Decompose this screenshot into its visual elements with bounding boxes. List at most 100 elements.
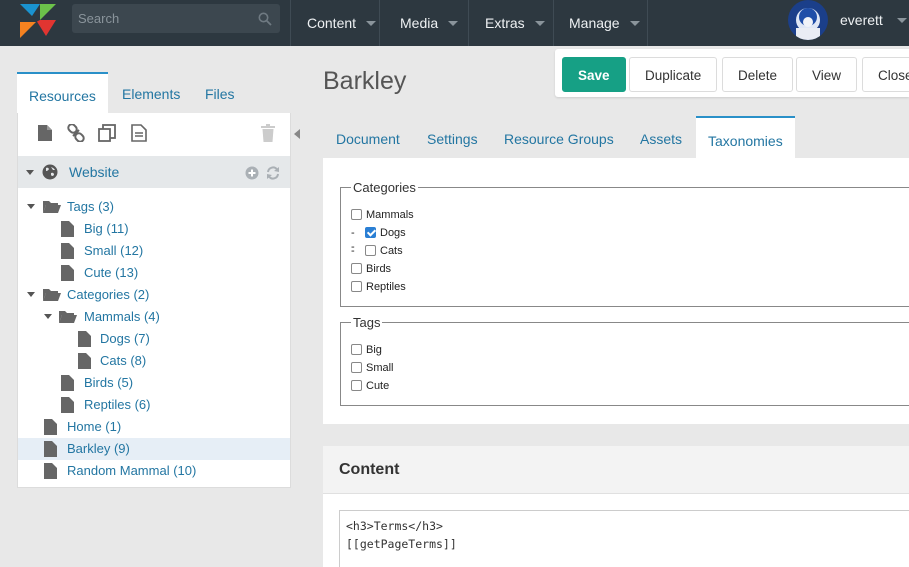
checkbox[interactable] <box>365 245 376 256</box>
tree-item-barkley[interactable]: Barkley (9) <box>18 438 290 460</box>
category-label: Birds <box>366 263 392 275</box>
nav-media-label: Media <box>400 15 439 31</box>
tree-item-label: Big (11) <box>84 221 129 236</box>
add-icon[interactable] <box>245 166 259 180</box>
tags-fieldset: Tags <box>340 315 909 406</box>
nav-manage[interactable]: Manage <box>553 0 648 46</box>
collapse-icon[interactable] <box>44 314 52 319</box>
static-resource-icon[interactable] <box>131 124 147 142</box>
avatar[interactable] <box>788 0 828 40</box>
category-label: Cats <box>380 245 403 257</box>
checkbox[interactable] <box>351 263 362 274</box>
content-editor[interactable]: <h3>Terms</h3> [[getPageTerms]] <box>339 510 909 567</box>
chevron-down-icon <box>629 20 640 26</box>
close-button[interactable]: Close <box>862 57 909 92</box>
document-icon <box>78 353 91 369</box>
top-bar: Content Media Extras Manage everett <box>0 0 909 46</box>
tree-item-mammals[interactable]: Mammals (4) <box>18 306 290 328</box>
tree-item-label: Dogs (7) <box>100 331 150 346</box>
user-menu[interactable]: everett <box>788 0 907 40</box>
document-icon <box>44 419 57 435</box>
checkbox[interactable] <box>351 209 362 220</box>
collapse-icon[interactable] <box>27 204 35 209</box>
tab-document[interactable]: Document <box>336 116 400 158</box>
tree-item-label: Cats (8) <box>100 353 147 368</box>
symlink-icon[interactable] <box>98 124 116 142</box>
tab-files[interactable]: Files <box>205 72 235 113</box>
chevron-down-icon <box>448 20 459 26</box>
resource-tree-panel: Website Tags (3) Big (11) Small (12) Cut… <box>17 113 291 488</box>
resource-tabs: Document Settings Resource Groups Assets… <box>323 116 909 158</box>
categories-fieldset: Categories <box>340 180 909 307</box>
tree-item-small[interactable]: Small (12) <box>18 240 290 262</box>
category-label: Dogs <box>380 227 406 239</box>
modx-logo-icon[interactable] <box>18 2 58 38</box>
tree-item-reptiles[interactable]: Reptiles (6) <box>18 394 290 416</box>
tree-item-label: Birds (5) <box>84 375 134 390</box>
tree-item-cute[interactable]: Cute (13) <box>18 262 290 284</box>
document-icon <box>61 243 74 259</box>
tree-item-label: Barkley (9) <box>67 441 130 456</box>
tree-item-random-mammal[interactable]: Random Mammal (10) <box>18 460 290 482</box>
checkbox[interactable] <box>351 362 362 373</box>
expand-icon[interactable] <box>26 170 34 175</box>
globe-icon <box>42 164 58 180</box>
save-button[interactable]: Save <box>562 57 626 92</box>
content-heading: Content <box>339 461 400 478</box>
tab-resources[interactable]: Resources <box>17 72 108 113</box>
username: everett <box>840 12 883 28</box>
delete-button[interactable]: Delete <box>722 57 794 92</box>
tab-assets[interactable]: Assets <box>640 116 682 158</box>
collapse-sidebar-icon[interactable] <box>292 126 302 142</box>
tree-item-tags[interactable]: Tags (3) <box>18 196 290 218</box>
tab-resource-groups[interactable]: Resource Groups <box>504 116 614 158</box>
document-icon <box>44 441 57 457</box>
checkbox[interactable] <box>351 281 362 292</box>
tag-label: Big <box>366 344 382 356</box>
checkbox[interactable] <box>351 380 362 391</box>
tree-item-birds[interactable]: Birds (5) <box>18 372 290 394</box>
category-label: Mammals <box>366 209 414 221</box>
tags-legend: Tags <box>353 315 381 330</box>
nav-extras[interactable]: Extras <box>468 0 553 46</box>
collapse-icon[interactable] <box>27 292 35 297</box>
document-icon <box>61 221 74 237</box>
tree-item-categories[interactable]: Categories (2) <box>18 284 290 306</box>
trash-icon[interactable] <box>261 124 275 142</box>
website-context[interactable]: Website <box>18 156 290 188</box>
document-icon <box>78 331 91 347</box>
checkbox[interactable] <box>351 344 362 355</box>
weblink-icon[interactable] <box>67 124 85 142</box>
duplicate-button[interactable]: Duplicate <box>629 57 718 92</box>
nav-media[interactable]: Media <box>379 0 468 46</box>
content-header: Content <box>323 446 909 494</box>
tree-item-cats[interactable]: Cats (8) <box>18 350 290 372</box>
tree-item-label: Tags (3) <box>67 199 114 214</box>
tree-item-label: Mammals (4) <box>84 309 160 324</box>
tree-item-label: Random Mammal (10) <box>67 463 197 478</box>
view-button[interactable]: View <box>796 57 858 92</box>
checkbox[interactable] <box>365 227 376 238</box>
folder-open-icon <box>59 311 77 323</box>
new-document-icon[interactable] <box>37 124 53 142</box>
search-box[interactable] <box>72 4 280 33</box>
tab-settings[interactable]: Settings <box>427 116 478 158</box>
tree-toolbar <box>18 113 290 155</box>
tree-item-dogs[interactable]: Dogs (7) <box>18 328 290 350</box>
categories-legend: Categories <box>353 180 416 195</box>
refresh-icon[interactable] <box>266 166 280 180</box>
tab-elements[interactable]: Elements <box>122 72 180 113</box>
nav-content[interactable]: Content <box>290 0 379 46</box>
folder-open-icon <box>43 201 61 213</box>
search-input[interactable] <box>72 4 252 33</box>
tree-item-home[interactable]: Home (1) <box>18 416 290 438</box>
tree-item-big[interactable]: Big (11) <box>18 218 290 240</box>
tree-item-label: Cute (13) <box>84 265 139 280</box>
tab-taxonomies[interactable]: Taxonomies <box>696 116 795 158</box>
chevron-down-icon <box>534 20 545 26</box>
content-panel: Content <h3>Terms</h3> [[getPageTerms]] <box>323 446 909 567</box>
search-icon[interactable] <box>258 12 272 26</box>
nav-extras-label: Extras <box>485 15 525 31</box>
folder-open-icon <box>43 289 61 301</box>
document-icon <box>61 265 74 281</box>
